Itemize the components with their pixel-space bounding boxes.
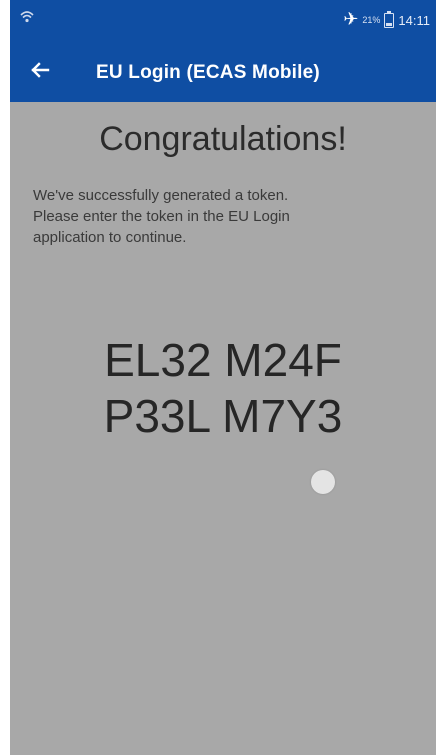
token-line: EL32 M24F	[104, 334, 342, 386]
signal-icon-svg	[20, 11, 34, 23]
app-bar: EU Login (ECAS Mobile)	[10, 40, 436, 102]
token-message: We've successfully generated a token. Pl…	[33, 185, 418, 248]
back-arrow-svg	[31, 62, 50, 78]
airplane-icon: ✈	[343, 9, 359, 29]
battery-fill	[386, 22, 393, 26]
battery-icon	[384, 10, 395, 28]
back-arrow-icon[interactable]	[26, 56, 54, 84]
status-time: 14:11	[398, 12, 430, 28]
status-bar: ✈ 21% 14:11	[10, 0, 436, 40]
app-title: EU Login (ECAS Mobile)	[96, 62, 320, 83]
message-line: We've successfully generated a token.	[33, 187, 289, 204]
battery-percent: 21%	[362, 15, 381, 25]
message-line: application to continue.	[33, 229, 187, 246]
message-line: Please enter the token in the EU Login	[33, 208, 290, 225]
token-content: Congratulations! We've successfully gene…	[10, 102, 436, 755]
app-screen: ✈ 21% 14:11 EU Login (ECAS Mobile) Congr…	[0, 0, 436, 755]
status-right-group: ✈ 21% 14:11	[343, 9, 430, 29]
congratulations-heading: Congratulations!	[99, 120, 347, 158]
token-line: P33L M7Y3	[103, 390, 343, 442]
touch-indicator	[311, 470, 335, 494]
signal-icon	[20, 10, 34, 29]
token-display: EL32 M24F P33L M7Y3	[10, 332, 436, 444]
